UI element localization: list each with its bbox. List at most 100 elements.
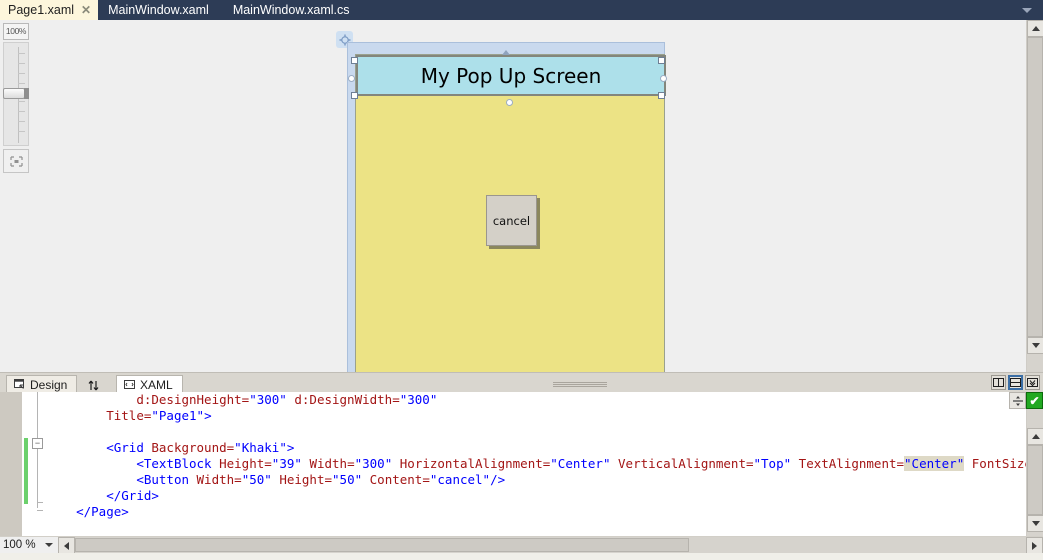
code-line: <Grid Background="Khaki"> (46, 440, 1013, 456)
splitter-grip[interactable] (553, 382, 607, 387)
code-line: <Button Width="50" Height="50" Content="… (46, 472, 1013, 488)
tab-design-view[interactable]: Design (6, 375, 78, 393)
code-token: "300" (354, 456, 393, 471)
code-token: "50" (332, 472, 363, 487)
resize-handle-bottom-left[interactable] (351, 92, 358, 99)
editor-scroll-up-button[interactable] (1027, 428, 1043, 445)
code-token: </Page> (76, 504, 129, 519)
code-token: <Button (136, 472, 197, 487)
outline-vertical-line (37, 392, 38, 508)
editor-scroll-down-button[interactable] (1027, 515, 1043, 532)
fit-to-window-icon (9, 155, 23, 167)
code-token: Width= (309, 456, 355, 471)
xaml-code-editor[interactable]: − d:DesignHeight="300" d:DesignWidth="30… (0, 392, 1043, 536)
outline-collapse-button[interactable]: − (32, 438, 43, 449)
code-token: "Khaki" (234, 440, 287, 455)
designer-zoom-control[interactable]: 100% (3, 23, 29, 185)
arrow-left-icon (64, 541, 69, 550)
tab-page1-xaml[interactable]: Page1.xaml ✕ (0, 0, 99, 20)
scroll-right-button[interactable] (1026, 537, 1043, 554)
design-tab-label: Design (30, 377, 68, 392)
chevron-down-icon (1022, 7, 1032, 13)
editor-status-ok-icon: ✔ (1026, 392, 1043, 409)
editor-tab-strip: Page1.xaml ✕ MainWindow.xaml MainWindow.… (0, 0, 1043, 20)
editor-vertical-scrollbar[interactable] (1026, 392, 1043, 536)
code-token: <TextBlock (136, 456, 220, 471)
scroll-up-button[interactable] (1027, 20, 1043, 37)
cancel-button[interactable]: cancel (486, 195, 537, 246)
code-token: "39" (271, 456, 302, 471)
xaml-tab-label: XAML (140, 377, 173, 392)
resize-handle-top-right[interactable] (658, 57, 665, 64)
zoom-tick (18, 101, 25, 102)
code-token: HorizontalAlignment= (399, 456, 551, 471)
scroll-down-button[interactable] (1027, 337, 1043, 354)
zoom-tick (18, 121, 25, 122)
split-vertical-button[interactable] (991, 375, 1006, 390)
split-layout-buttons (991, 375, 1040, 390)
tab-overflow-button[interactable] (1018, 0, 1036, 20)
collapse-pane-button[interactable] (1025, 375, 1040, 390)
code-token: "50" (241, 472, 272, 487)
cancel-button-label: cancel (492, 213, 531, 228)
editor-horizontal-scrollbar[interactable] (58, 537, 1043, 554)
designer-xaml-splitter-bar: Design XAML (0, 372, 1043, 393)
arrow-down-icon (1031, 521, 1040, 526)
code-token: Content= (369, 472, 430, 487)
tab-mainwindow-xaml[interactable]: MainWindow.xaml (98, 0, 223, 20)
zoom-slider-thumb-cap (24, 88, 29, 99)
zoom-fit-button[interactable] (3, 149, 29, 173)
code-token: d:DesignWidth= (294, 392, 400, 407)
tab-mainwindow-xaml-cs[interactable]: MainWindow.xaml.cs (223, 0, 364, 20)
arrow-up-icon (1031, 434, 1040, 439)
code-line: <TextBlock Height="39" Width="300" Horiz… (46, 456, 1043, 472)
textblock-text: My Pop Up Screen (420, 63, 602, 88)
zoom-level-dropdown[interactable]: 100 % (0, 537, 58, 553)
margin-anchor-bottom[interactable] (506, 99, 513, 106)
xaml-breadcrumb-bar[interactable] (0, 553, 1043, 560)
code-token: /> (490, 472, 506, 487)
code-token: Height= (279, 472, 333, 487)
editor-split-handle[interactable] (1009, 392, 1026, 409)
top-resize-indicator[interactable] (502, 50, 510, 55)
resize-handle-bottom-right[interactable] (658, 92, 665, 99)
horizontal-split-icon (1010, 378, 1021, 387)
code-text-area[interactable]: d:DesignHeight="300" d:DesignWidth="300"… (46, 392, 1043, 520)
tab-xaml-view[interactable]: XAML (116, 375, 183, 393)
code-token: > (204, 408, 212, 423)
code-token: Width= (196, 472, 242, 487)
tab-label: MainWindow.xaml (108, 3, 209, 17)
zoom-tick (18, 111, 25, 112)
code-line: </Page> (46, 504, 1013, 520)
hscrollbar-thumb[interactable] (75, 538, 689, 552)
close-icon[interactable]: ✕ (81, 0, 91, 20)
scroll-left-button[interactable] (58, 537, 75, 554)
margin-anchor-right[interactable] (660, 75, 667, 82)
code-token: "Top" (753, 456, 792, 471)
margin-anchor-left[interactable] (348, 75, 355, 82)
code-line: Title="Page1"> (46, 408, 1013, 424)
scrollbar-thumb[interactable] (1027, 37, 1043, 337)
arrow-down-icon (1031, 343, 1040, 348)
swap-arrows-icon (88, 380, 99, 390)
split-horizontal-button[interactable] (1008, 375, 1023, 390)
code-token: TextAlignment= (798, 456, 905, 471)
tab-label: MainWindow.xaml.cs (232, 3, 350, 17)
zoom-slider-thumb[interactable] (3, 88, 25, 99)
resize-handle-top-left[interactable] (351, 57, 358, 64)
vertical-split-icon (993, 378, 1004, 387)
code-token: "300" (399, 392, 438, 407)
code-line: </Grid> (46, 488, 1013, 504)
code-token: "Page1" (151, 408, 205, 423)
designer-vertical-scrollbar[interactable] (1026, 20, 1043, 372)
code-token: d:DesignHeight= (136, 392, 250, 407)
code-token: <Grid (106, 440, 152, 455)
textblock-popup-title[interactable]: My Pop Up Screen (356, 55, 666, 96)
editor-scrollbar-thumb[interactable] (1027, 445, 1043, 515)
code-token: "Center" (904, 456, 965, 471)
